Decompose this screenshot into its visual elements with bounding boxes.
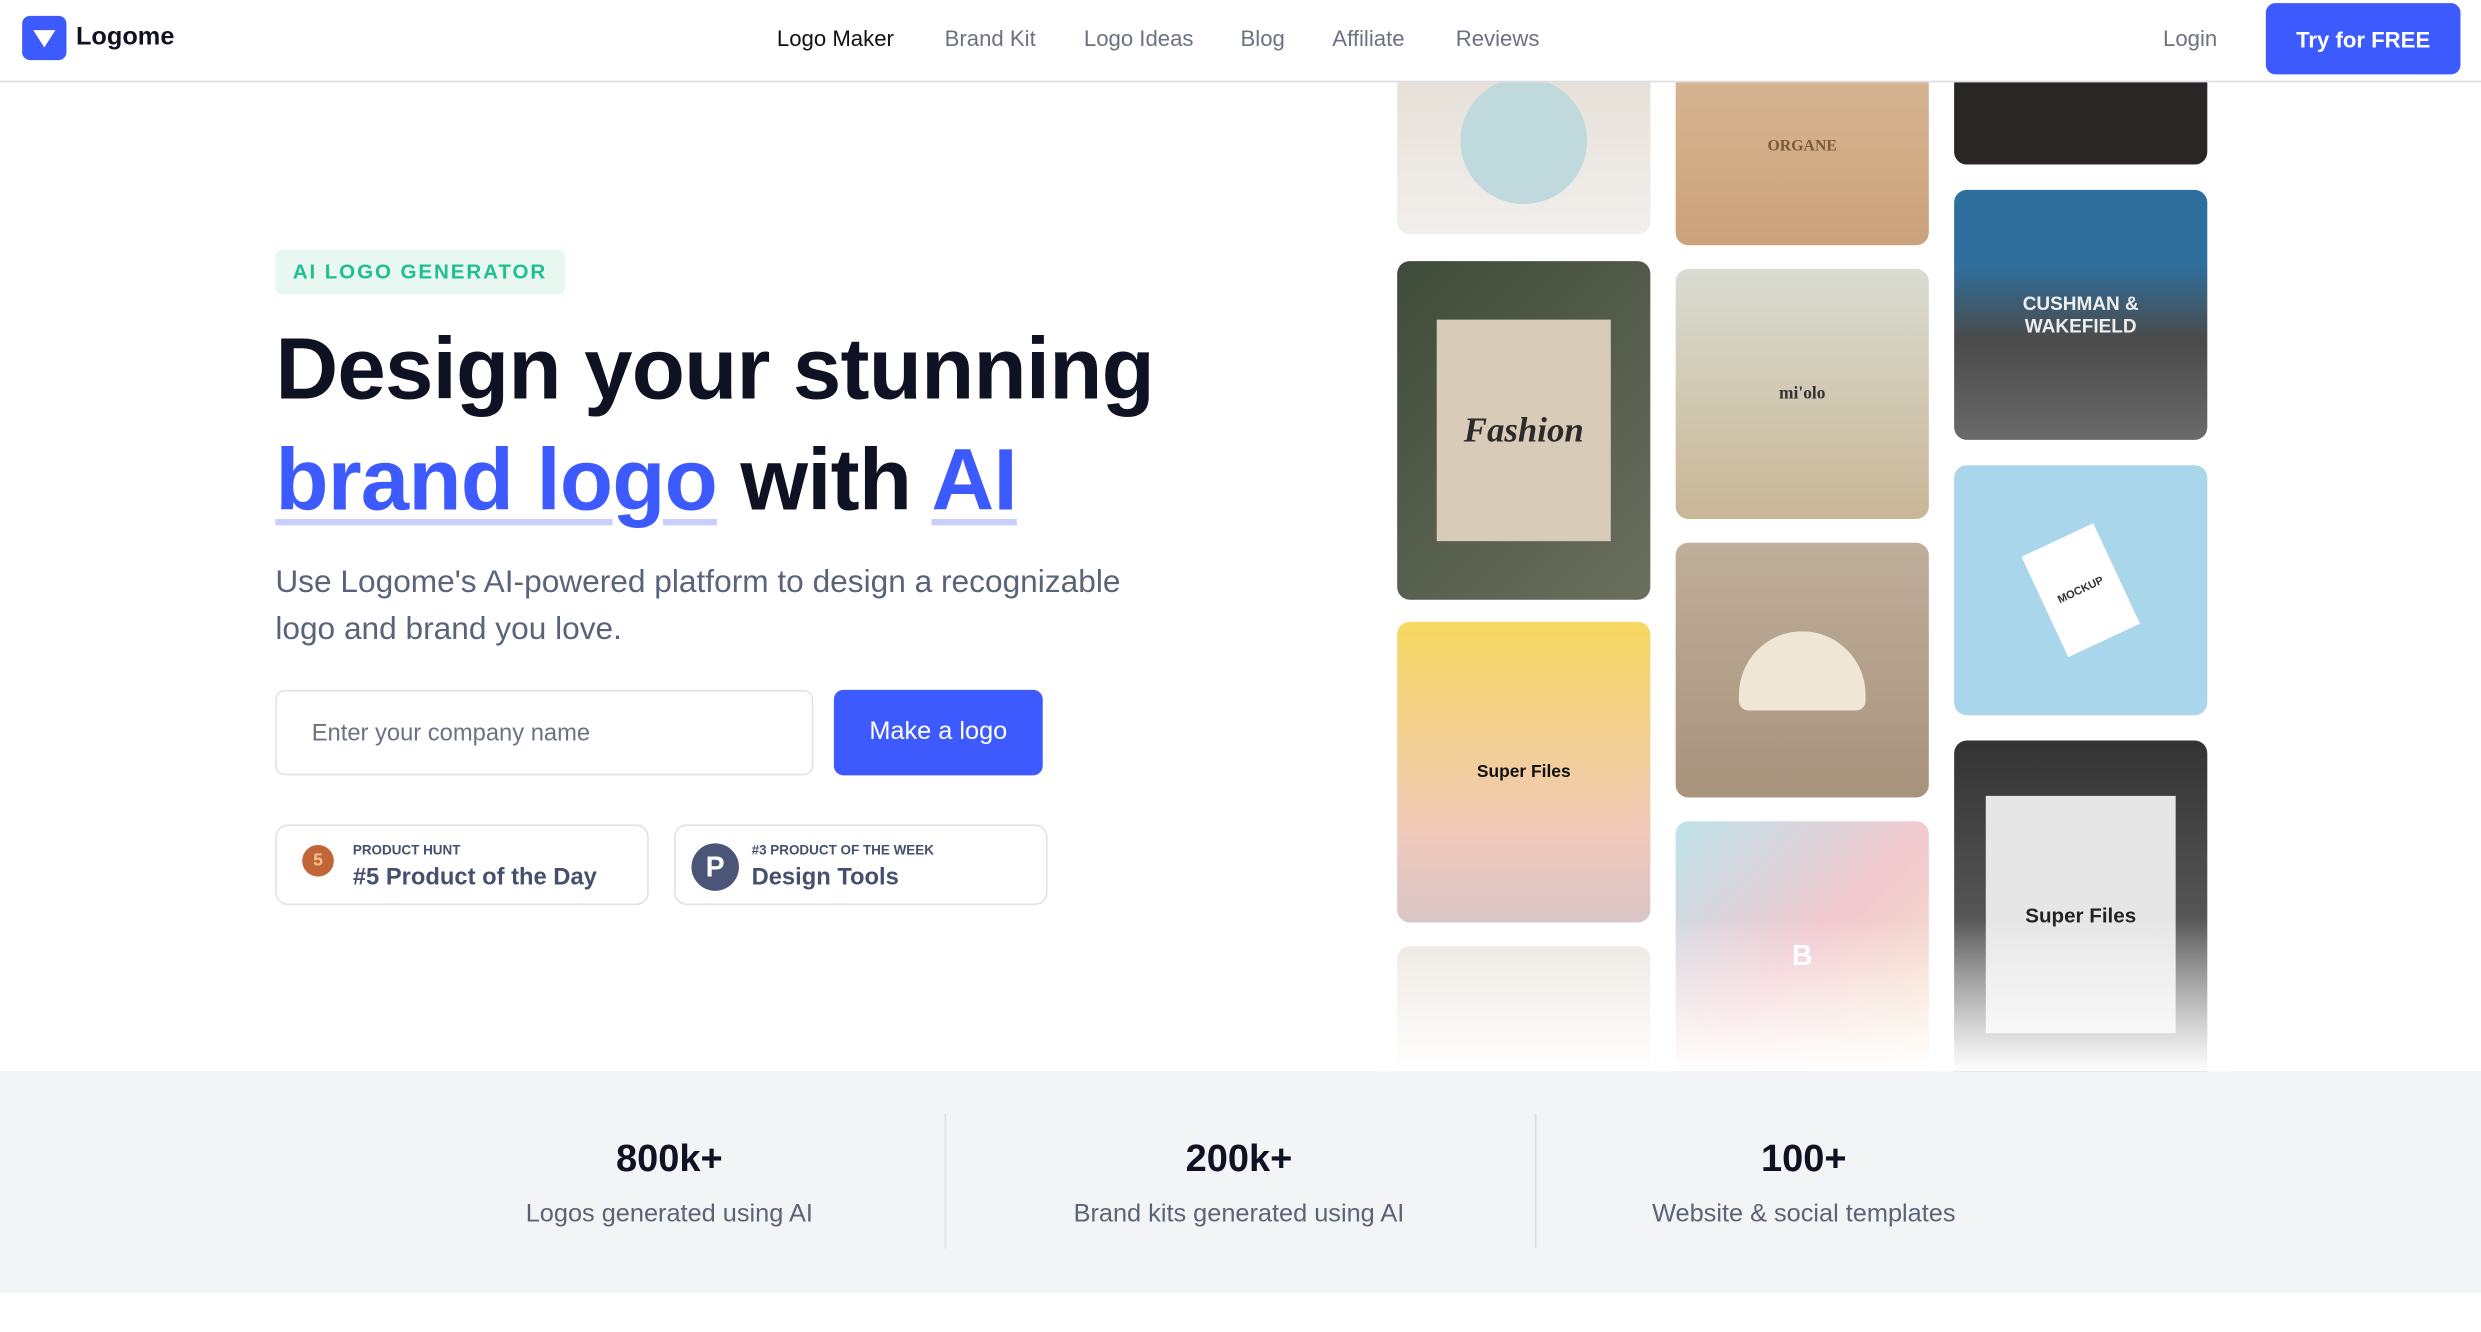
gallery-fade [1376, 917, 2232, 1072]
hero-subtitle: Use Logome's AI-powered platform to desi… [275, 564, 1121, 648]
hero-tag: AI LOGO GENERATOR [275, 250, 565, 295]
gallery-image-cap [1675, 542, 1929, 798]
box-logo: Super Files [1476, 762, 1571, 782]
nav-brand-kit[interactable]: Brand Kit [945, 25, 1036, 50]
nav-logo-ideas[interactable]: Logo Ideas [1084, 25, 1194, 50]
login-link[interactable]: Login [2163, 25, 2217, 50]
title-highlight: brand logo [275, 430, 718, 529]
nav-logo-maker[interactable]: Logo Maker [777, 25, 894, 50]
title-ai: AI [931, 430, 1017, 529]
company-name-input[interactable] [275, 689, 814, 776]
hero-title: Design your stunning brand logo with AI [275, 313, 1154, 535]
logo-icon[interactable] [22, 15, 67, 61]
badge-big: #5 Product of the Day [352, 863, 597, 891]
stat-label: Website & social templates [1652, 1200, 1956, 1228]
gallery-image-business-cards: MOCKUP [1954, 465, 2208, 716]
badge-small: PRODUCT HUNT [352, 841, 461, 858]
nav-blog[interactable]: Blog [1241, 25, 1285, 50]
stats-band: 800k+ Logos generated using AI 200k+ Bra… [0, 1071, 2481, 1293]
gallery-image-tote: Fashion [1397, 261, 1651, 600]
badge-small: #3 PRODUCT OF THE WEEK [751, 841, 934, 858]
title-line1: Design your stunning [275, 319, 1154, 418]
bag-logo: ORGANE [1767, 137, 1837, 156]
stat-label: Logos generated using AI [525, 1200, 813, 1228]
try-free-button[interactable]: Try for FREE [2265, 3, 2461, 75]
gallery-image-sign: CUSHMAN & WAKEFIELD [1954, 189, 2208, 440]
gallery-image-box: Super Files [1397, 621, 1651, 923]
make-logo-button[interactable]: Make a logo [833, 689, 1043, 776]
nav-affiliate[interactable]: Affiliate [1332, 25, 1404, 50]
stat-label: Brand kits generated using AI [1073, 1200, 1405, 1228]
gallery-image-cosmetics: mi'olo [1675, 268, 1929, 519]
stat-value: 800k+ [615, 1137, 723, 1181]
card-text: MOCKUP [2021, 523, 2140, 658]
divider [944, 1113, 947, 1249]
cosmetic-logo: mi'olo [1779, 384, 1826, 404]
title-mid: with [717, 430, 932, 529]
product-week-badge[interactable]: P #3 PRODUCT OF THE WEEK Design Tools [674, 824, 1048, 906]
badge-big: Design Tools [751, 863, 899, 891]
stat-value: 100+ [1761, 1137, 1847, 1181]
sign-logo: CUSHMAN & WAKEFIELD [2022, 292, 2139, 338]
tote-logo: Fashion [1436, 319, 1611, 542]
stat-value: 200k+ [1185, 1137, 1293, 1181]
top-nav: Logome Logo Maker Brand Kit Logo Ideas B… [0, 0, 2481, 83]
nav-reviews[interactable]: Reviews [1456, 25, 1540, 50]
product-hunt-day-badge[interactable]: 5 PRODUCT HUNT #5 Product of the Day [275, 824, 649, 906]
medal-icon: 5 [302, 844, 334, 877]
producthunt-icon: P [691, 843, 739, 891]
brand-name[interactable]: Logome [76, 24, 174, 52]
